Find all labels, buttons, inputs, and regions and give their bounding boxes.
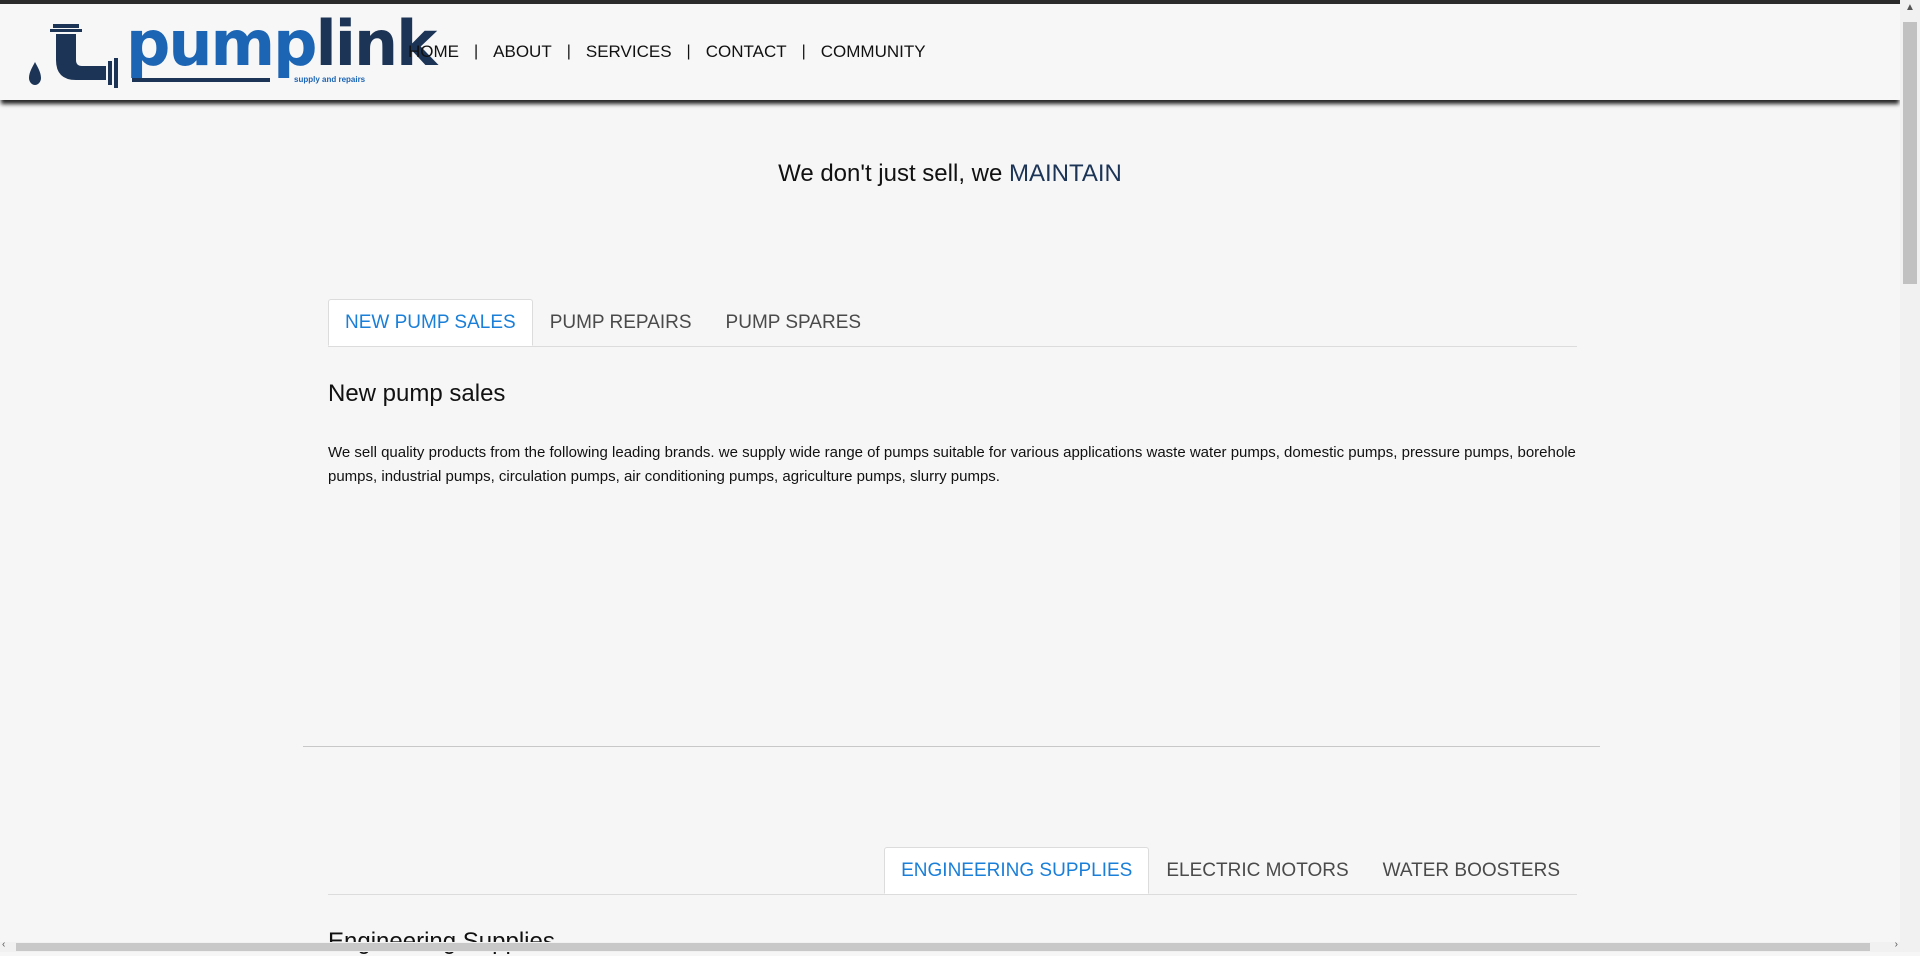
scroll-up-arrow-icon[interactable]: ▲: [1900, 2, 1920, 13]
section-divider: [303, 746, 1600, 747]
tab-engineering-supplies[interactable]: ENGINEERING SUPPLIES: [884, 847, 1150, 894]
pipe-elbow-icon: [29, 24, 118, 88]
horizontal-scrollbar[interactable]: ‹ ›: [0, 939, 1900, 952]
nav-community[interactable]: COMMUNITY: [821, 42, 926, 62]
vertical-scrollbar[interactable]: ▲: [1900, 0, 1920, 952]
nav-separator: |: [686, 43, 691, 60]
brand-wordmark: pumplink: [126, 7, 437, 80]
nav-home[interactable]: HOME: [408, 42, 459, 62]
nav-about[interactable]: ABOUT: [493, 42, 552, 62]
hero-accent: MAINTAIN: [1009, 160, 1122, 187]
hero-tagline: We don't just sell, we MAINTAIN: [0, 160, 1900, 188]
tab-water-boosters[interactable]: WATER BOOSTERS: [1366, 847, 1577, 894]
brand-tagline: supply and repairs: [294, 75, 366, 84]
scroll-left-arrow-icon[interactable]: ‹: [2, 939, 5, 950]
tab-pump-repairs[interactable]: PUMP REPAIRS: [533, 299, 709, 346]
vertical-scroll-thumb[interactable]: [1903, 22, 1917, 284]
services-tabs: NEW PUMP SALES PUMP REPAIRS PUMP SPARES: [328, 299, 878, 347]
nav-separator: |: [566, 43, 571, 60]
hero-text: We don't just sell, we: [778, 160, 1009, 187]
main-nav: HOME | ABOUT | SERVICES | CONTACT | COMM…: [408, 42, 926, 62]
brand-logo[interactable]: pumplink supply and repairs: [26, 13, 437, 90]
nav-separator: |: [474, 43, 479, 60]
scroll-right-arrow-icon[interactable]: ›: [1895, 939, 1898, 950]
supplies-tabs: ENGINEERING SUPPLIES ELECTRIC MOTORS WAT…: [884, 847, 1577, 895]
tab-new-pump-sales[interactable]: NEW PUMP SALES: [328, 299, 533, 346]
water-drop-icon: [29, 62, 41, 85]
section-title: New pump sales: [328, 380, 506, 407]
nav-services[interactable]: SERVICES: [586, 42, 672, 62]
tab-pump-spares[interactable]: PUMP SPARES: [709, 299, 879, 346]
section-description: We sell quality products from the follow…: [328, 444, 1576, 485]
horizontal-scroll-thumb[interactable]: [16, 943, 1870, 951]
nav-contact[interactable]: CONTACT: [706, 42, 787, 62]
brand-underline: [132, 78, 270, 82]
tab-electric-motors[interactable]: ELECTRIC MOTORS: [1149, 847, 1365, 894]
nav-separator: |: [801, 43, 806, 60]
site-header: pumplink supply and repairs HOME | ABOUT…: [0, 4, 1900, 100]
